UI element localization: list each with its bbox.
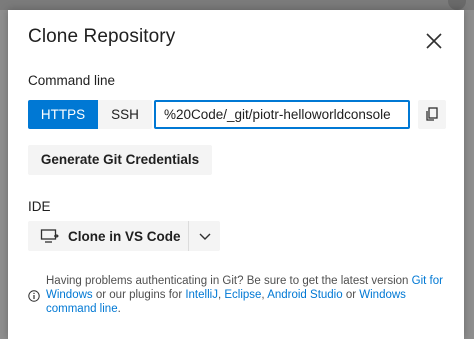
eclipse-link[interactable]: Eclipse: [224, 289, 261, 301]
intellij-link[interactable]: IntelliJ: [185, 289, 218, 301]
close-icon[interactable]: [425, 32, 443, 50]
ide-dropdown-button[interactable]: [189, 221, 220, 251]
help-text-intro: Having problems authenticating in Git? B…: [46, 275, 412, 287]
copy-button[interactable]: [418, 100, 446, 129]
dialog-title: Clone Repository: [28, 26, 176, 47]
clone-in-ide-split-button: Clone in VS Code: [28, 221, 220, 251]
ssh-button[interactable]: SSH: [98, 100, 152, 129]
background-top-bar: [0, 0, 474, 10]
git-help-text: Having problems authenticating in Git? B…: [46, 274, 456, 316]
clone-url-field[interactable]: [154, 100, 410, 129]
protocol-toggle: HTTPS SSH: [28, 100, 152, 129]
ide-label: IDE: [28, 199, 51, 214]
https-button[interactable]: HTTPS: [28, 100, 98, 129]
help-text-or: or: [342, 289, 360, 301]
command-line-label: Command line: [28, 73, 116, 88]
chevron-down-icon: [199, 233, 210, 240]
clone-repository-dialog: Clone Repository Command line HTTPS SSH …: [8, 10, 464, 339]
help-text-plugins: or our plugins for: [92, 289, 186, 301]
android-studio-link[interactable]: Android Studio: [267, 289, 342, 301]
help-text-end: .: [117, 303, 121, 315]
clone-in-vs-code-button[interactable]: Clone in VS Code: [28, 221, 188, 251]
clone-in-vs-code-label: Clone in VS Code: [68, 228, 181, 244]
monitor-icon: [40, 229, 59, 243]
generate-git-credentials-button[interactable]: Generate Git Credentials: [28, 145, 212, 175]
info-icon: [28, 289, 40, 302]
copy-icon: [426, 107, 438, 121]
